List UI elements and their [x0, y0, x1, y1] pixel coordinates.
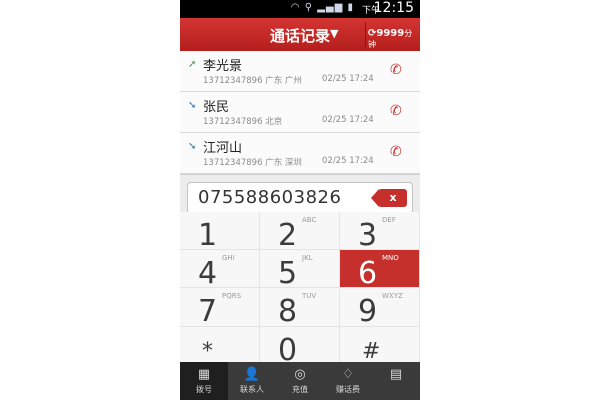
contacts-icon: 👤 [243, 367, 261, 382]
key-digit: 9 [358, 294, 378, 329]
balance-value: 9999 [376, 28, 405, 39]
key-digit: 5 [278, 256, 298, 291]
outgoing-call-arrow-icon: ➚ [188, 59, 197, 70]
dial-keypad: 1 2 ABC 3 DEF 4 GHI 5 JKL 6 MNO 7 PQRS 8 TUV 9W… [180, 212, 420, 366]
key-digit: 3 [358, 218, 378, 253]
title-bar: 通话记录 ▼ ⟳9999分钟 [180, 18, 420, 51]
dial-number-value: 075588603826 [198, 187, 342, 208]
contact-number-location: 13712347896 北京 [203, 115, 282, 127]
contact-number-location: 13712347896 广东 广州 [203, 74, 302, 86]
contact-name: 张民 [203, 100, 230, 115]
contact-location: 北京 [265, 117, 283, 127]
nav-label: 拨号 [196, 385, 212, 394]
more-grid-icon: ▤ [389, 367, 403, 382]
key-digit: 8 [278, 294, 298, 329]
status-time: 12:15 [373, 0, 414, 16]
key-6[interactable]: 6 MNO [340, 250, 420, 291]
phone-screen: ◠ ⚲ ▂▄▆ ▮ 下午 12:15 通话记录 ▼ ⟳9999分钟 ➚ 李光景 … [180, 0, 420, 400]
bottom-nav: ▦ 拨号 👤 联系人 ◎ 充值 ♢ 赚话费 ▤ [180, 362, 420, 400]
contact-number: 13712347896 [203, 76, 263, 86]
status-icons: ◠ ⚲ ▂▄▆ ▮ [291, 2, 354, 13]
wifi-icon: ◠ [290, 2, 301, 13]
call-phone-icon[interactable]: ✆ [390, 62, 402, 78]
nav-label: 联系人 [240, 385, 264, 394]
call-log-list: ➚ 李光景 13712347896 广东 广州 02/25 17:24 ✆ ➘ … [180, 51, 420, 174]
signal-icon: ▂▄▆ [317, 2, 344, 13]
key-letters: DEF [382, 216, 396, 224]
incoming-call-arrow-icon: ➘ [188, 100, 197, 111]
nav-dial[interactable]: ▦ 拨号 [180, 362, 228, 400]
title-divider [365, 22, 366, 47]
contact-location: 广东 深圳 [265, 158, 302, 168]
nav-earn-credit[interactable]: ♢ 赚话费 [324, 362, 372, 400]
balance-badge[interactable]: ⟳9999分钟 [368, 28, 420, 50]
key-letters: TUV [302, 292, 317, 300]
call-log-row[interactable]: ➘ 江河山 13712347896 广东 深圳 02/25 17:24 ✆ [180, 133, 420, 174]
key-3[interactable]: 3 DEF [340, 212, 420, 253]
call-date: 02/25 17:24 [322, 156, 374, 166]
key-digit: 2 [278, 218, 298, 253]
key-digit: 4 [198, 256, 218, 291]
key-letters: GHI [222, 254, 235, 262]
key-1[interactable]: 1 [180, 212, 260, 253]
key-9[interactable]: 9 WXYZ [340, 288, 420, 327]
battery-icon: ▮ [347, 2, 354, 13]
contact-name: 江河山 [203, 141, 243, 156]
incoming-call-arrow-icon: ➘ [188, 141, 197, 152]
key-0[interactable]: 0 [260, 327, 340, 366]
backspace-button[interactable]: x [371, 189, 407, 207]
dialpad-icon: ▦ [197, 367, 211, 382]
usb-icon: ⚲ [304, 2, 314, 13]
contact-location: 广东 广州 [265, 76, 302, 86]
nav-contacts[interactable]: 👤 联系人 [228, 362, 276, 400]
key-4[interactable]: 4 GHI [180, 250, 260, 291]
key-hash[interactable]: # [340, 327, 420, 366]
key-letters: MNO [382, 254, 399, 262]
key-star[interactable]: * [180, 327, 260, 366]
call-date: 02/25 17:24 [322, 115, 374, 125]
dial-number-field[interactable]: 075588603826 x [187, 182, 413, 214]
key-digit: 7 [198, 294, 218, 329]
nav-label: 赚话费 [336, 385, 360, 394]
key-letters: WXYZ [382, 292, 403, 300]
call-phone-icon[interactable]: ✆ [390, 144, 402, 160]
page-title[interactable]: 通话记录 [270, 25, 330, 46]
key-5[interactable]: 5 JKL [260, 250, 340, 291]
call-date: 02/25 17:24 [322, 74, 374, 84]
nav-label: 充值 [292, 385, 308, 394]
contact-number-location: 13712347896 广东 深圳 [203, 156, 302, 168]
key-8[interactable]: 8 TUV [260, 288, 340, 327]
nav-recharge[interactable]: ◎ 充值 [276, 362, 324, 400]
key-2[interactable]: 2 ABC [260, 212, 340, 253]
call-log-row[interactable]: ➚ 李光景 13712347896 广东 广州 02/25 17:24 ✆ [180, 51, 420, 92]
earn-credit-icon: ♢ [342, 367, 354, 382]
key-digit: 6 [358, 256, 378, 291]
key-letters: JKL [302, 254, 313, 262]
chevron-down-icon[interactable]: ▼ [330, 27, 338, 40]
status-bar: ◠ ⚲ ▂▄▆ ▮ 下午 12:15 [180, 0, 420, 18]
key-letters: ABC [302, 216, 317, 224]
call-phone-icon[interactable]: ✆ [390, 103, 402, 119]
contact-number: 13712347896 [203, 158, 263, 168]
key-7[interactable]: 7 PQRS [180, 288, 260, 327]
nav-more[interactable]: ▤ [372, 362, 420, 400]
key-digit: 1 [198, 218, 218, 253]
call-log-row[interactable]: ➘ 张民 13712347896 北京 02/25 17:24 ✆ [180, 92, 420, 133]
recharge-icon: ◎ [294, 367, 306, 382]
contact-name: 李光景 [203, 59, 243, 74]
key-letters: PQRS [222, 292, 242, 300]
contact-number: 13712347896 [203, 117, 263, 127]
